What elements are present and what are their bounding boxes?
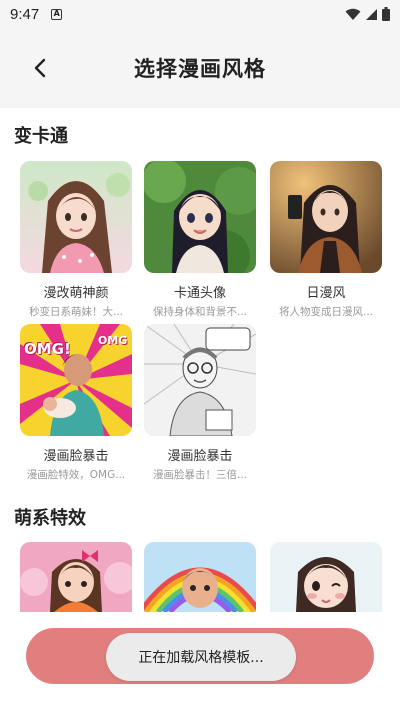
style-thumbnail [20,161,132,273]
page-title: 选择漫画风格 [134,57,266,81]
style-card-desc: 将人物变成日漫风... [278,306,373,318]
style-card-desc: 漫画脸暴击！三倍... [152,469,247,481]
loading-toast: 正在加载风格模板... [106,633,296,681]
style-card[interactable]: 漫画脸暴击 漫画脸暴击！三倍... [144,324,256,482]
status-time: 9:47 [10,5,40,23]
style-card[interactable]: OMG! OMG 漫画脸暴击 漫画脸特效，OMG... [20,324,132,482]
style-card-title: 漫画脸暴击 [167,449,233,464]
style-card[interactable]: 漫改萌神颜 秒变日系萌妹！大... [20,161,132,319]
style-thumbnail [270,542,382,612]
style-thumbnail: OMG! OMG [20,324,132,436]
style-card-title: 漫改萌神颜 [43,286,109,301]
style-card-title: 卡通头像 [173,286,226,301]
style-card-title: 日漫风 [306,286,346,301]
style-thumbnail [270,161,382,273]
notification-icon: A [51,8,63,20]
style-card[interactable]: 卡通头像 保持身体和背景不... [144,161,256,319]
battery-icon [382,7,390,21]
status-bar: 9:47 A [0,0,400,28]
omg-text: OMG [98,334,128,347]
style-card-desc: 秒变日系萌妹！大... [28,306,123,318]
omg-text: OMG! [24,340,71,358]
style-thumbnail [20,542,132,612]
header: 选择漫画风格 [0,28,400,108]
chevron-left-icon [34,58,46,78]
wifi-icon [345,8,361,20]
style-card[interactable]: 日漫风 将人物变成日漫风... [270,161,382,319]
signal-icon [366,8,377,20]
style-card-desc: 漫画脸特效，OMG... [26,469,126,481]
style-card[interactable] [20,542,132,612]
style-list[interactable]: 变卡通 漫改萌神颜 秒变日系萌妹！大... 卡通头像 保持身体和背景不... 日… [0,108,400,710]
status-icons [345,7,390,21]
style-card[interactable] [144,542,256,612]
style-card[interactable] [270,542,382,612]
style-thumbnail [144,161,256,273]
style-card-desc: 保持身体和背景不... [152,306,247,318]
style-thumbnail [144,542,256,612]
back-button[interactable] [26,54,54,82]
section-title-cute: 萌系特效 [14,508,86,529]
section-title-cartoon: 变卡通 [14,126,68,147]
style-thumbnail [144,324,256,436]
style-card-title: 漫画脸暴击 [43,449,109,464]
